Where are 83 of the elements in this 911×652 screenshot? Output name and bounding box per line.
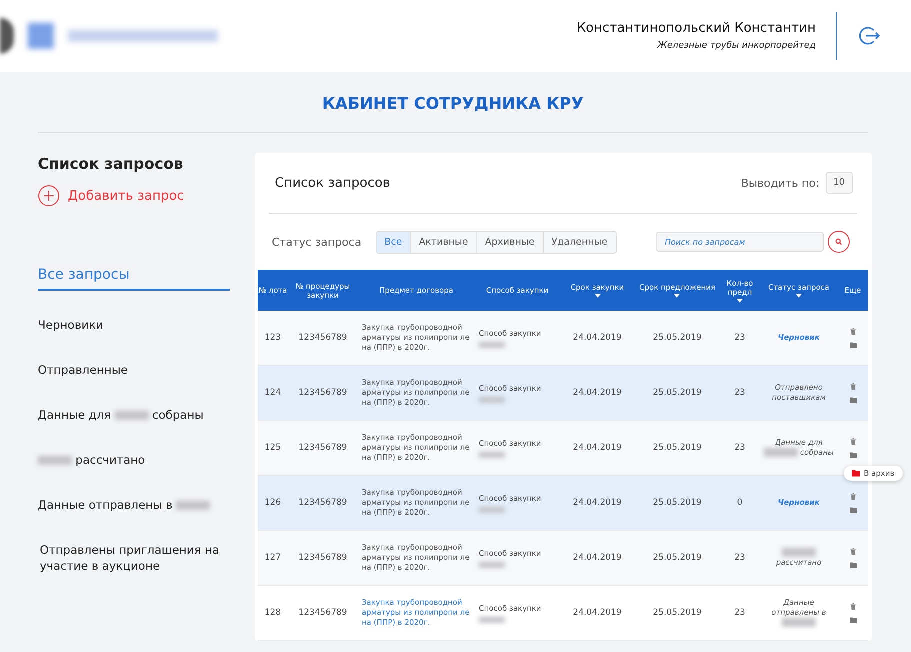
sort-caret-icon <box>594 294 600 298</box>
trash-icon <box>850 438 856 444</box>
table-cell: 123 <box>264 333 282 343</box>
sidebar-item[interactable]: Данные отправлены в <box>38 487 230 526</box>
blurred-block <box>764 448 798 458</box>
trash-icon <box>850 548 856 554</box>
panel-title: Список запросов <box>275 176 390 190</box>
sidebar-item[interactable]: Черновики <box>38 307 230 346</box>
folder-icon <box>850 396 856 404</box>
table-cell: 128 <box>264 608 282 618</box>
plus-circle-icon <box>38 185 60 207</box>
table-cell: 125 <box>264 443 282 453</box>
table-cell: 25.05.2019 <box>653 608 702 618</box>
table-cell: 25.05.2019 <box>653 553 702 563</box>
page-size-field[interactable]: 10 <box>826 172 853 194</box>
table-cell: 124 <box>264 388 282 398</box>
blurred-logo <box>28 23 54 49</box>
table-cell: 123456789 <box>298 498 348 508</box>
folder-icon <box>850 562 856 568</box>
table-cell: 25.05.2019 <box>653 443 702 453</box>
logout-icon <box>857 24 881 48</box>
table-cell: 126 <box>264 498 282 508</box>
sort-caret-icon <box>674 294 680 298</box>
status-filter-tab[interactable]: Активные <box>410 232 476 252</box>
company-name: Железные трубы инкорпорейтед <box>656 41 816 51</box>
sidebar-item[interactable]: Отправленные <box>38 352 230 391</box>
status-filter-tab[interactable]: Удаленные <box>542 232 616 252</box>
logo-mark <box>0 18 14 54</box>
status-label: Статус запроса <box>272 236 362 248</box>
trash-icon <box>850 328 856 334</box>
table-cell: 24.04.2019 <box>573 553 622 563</box>
table-cell: 123456789 <box>298 333 348 343</box>
table-cell: 25.05.2019 <box>653 498 702 508</box>
sidebar-item[interactable]: рассчитано <box>38 442 230 481</box>
trash-icon <box>850 492 856 500</box>
search-icon <box>835 238 843 246</box>
blurred-block <box>479 506 505 512</box>
blurred-block <box>479 452 505 458</box>
table-cell: 23 <box>734 388 746 398</box>
trash-icon <box>850 602 856 610</box>
status-filter-tab[interactable]: Архивные <box>476 232 543 252</box>
table-cell: 25.05.2019 <box>653 388 702 398</box>
table-cell: 24.04.2019 <box>573 333 622 343</box>
table-cell: 24.04.2019 <box>573 608 622 618</box>
table-cell: 25.05.2019 <box>653 333 702 343</box>
page-title: КАБИНЕТ СОТРУДНИКА КРУ <box>38 94 868 133</box>
blurred-block <box>479 396 505 402</box>
add-request-button[interactable]: Добавить запрос <box>38 185 184 207</box>
folder-icon <box>850 452 856 458</box>
table-cell: 23 <box>734 333 746 343</box>
blurred-block <box>479 342 505 348</box>
page-size-label: Выводить по: <box>741 176 820 190</box>
table-cell: 23 <box>734 608 746 618</box>
table-cell: 23 <box>734 553 746 563</box>
folder-icon <box>850 616 856 624</box>
trash-icon <box>850 382 856 390</box>
table-cell: 23 <box>734 443 746 453</box>
search-field[interactable]: Поиск по запросам <box>656 232 824 252</box>
blurred-block <box>782 548 816 558</box>
search-button[interactable] <box>828 231 850 253</box>
blurred-block <box>479 616 505 622</box>
table-cell: 24.04.2019 <box>573 388 622 398</box>
blurred-block <box>479 562 505 568</box>
folder-icon <box>850 506 856 514</box>
table-cell: 123456789 <box>298 608 348 618</box>
logout-button[interactable] <box>857 24 881 48</box>
table-cell: 24.04.2019 <box>573 498 622 508</box>
sidebar-item[interactable]: Отправлены приглашения на участие в аукционе <box>38 532 230 587</box>
blurred-block <box>782 618 816 628</box>
table-cell: 123456789 <box>298 443 348 453</box>
sidebar-item[interactable]: Все запросы <box>38 257 230 291</box>
table-cell: 0 <box>737 498 743 508</box>
table-cell: 24.04.2019 <box>573 443 622 453</box>
sort-caret-icon <box>737 298 743 302</box>
table-cell: 123456789 <box>298 388 348 398</box>
folder-icon <box>850 342 856 348</box>
table-cell: 123456789 <box>298 553 348 563</box>
sidebar-title: Список запросов <box>38 155 184 173</box>
user-name: Константинопольский Константин <box>576 21 816 36</box>
status-filter-tab[interactable]: Все <box>376 232 410 252</box>
sort-caret-icon <box>796 294 802 298</box>
sidebar-item[interactable]: Данные для собраны <box>38 397 230 436</box>
table-cell: 127 <box>264 553 282 563</box>
